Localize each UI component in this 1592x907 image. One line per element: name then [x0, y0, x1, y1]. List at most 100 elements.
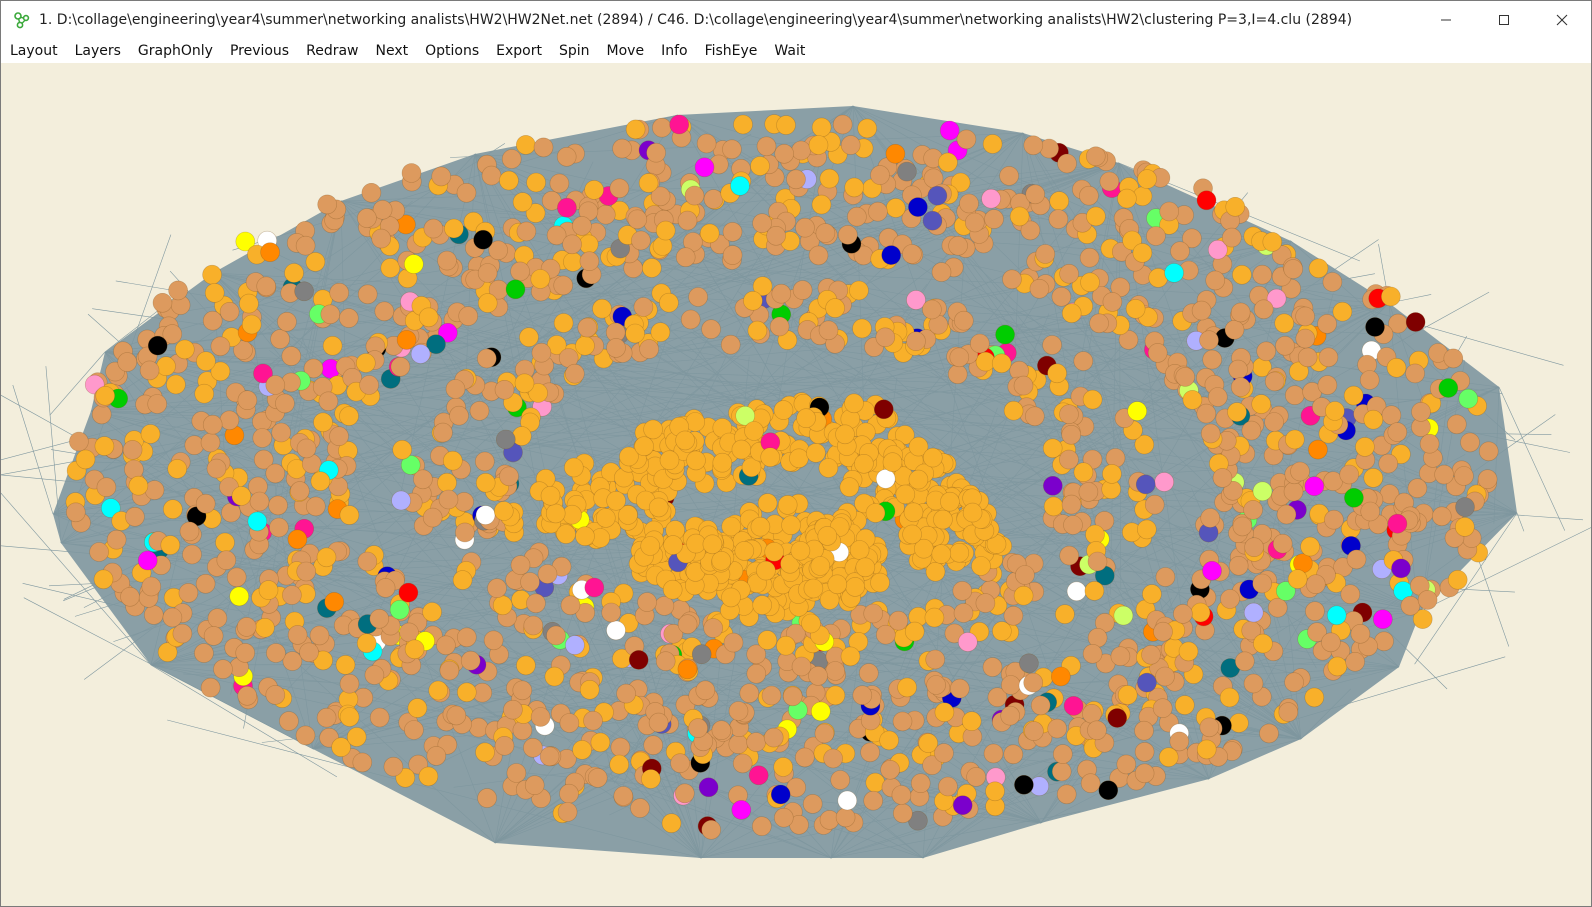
vertex[interactable] [966, 767, 986, 787]
vertex[interactable] [852, 318, 872, 339]
vertex[interactable] [546, 625, 566, 646]
vertex[interactable] [1252, 481, 1273, 502]
menu-options[interactable]: Options [416, 41, 487, 61]
vertex[interactable] [637, 592, 657, 612]
vertex[interactable] [773, 757, 794, 777]
vertex[interactable] [786, 169, 806, 190]
vertex[interactable] [675, 430, 695, 451]
vertex[interactable] [475, 472, 496, 493]
vertex[interactable] [196, 351, 216, 372]
vertex[interactable] [422, 602, 442, 622]
vertex[interactable] [499, 170, 519, 191]
vertex[interactable] [572, 740, 592, 760]
vertex[interactable] [1110, 646, 1131, 667]
vertex[interactable] [295, 235, 316, 256]
vertex[interactable] [931, 262, 952, 282]
network-graph[interactable] [1, 63, 1592, 907]
vertex[interactable] [1387, 422, 1408, 442]
vertex[interactable] [578, 234, 599, 255]
menu-fisheye[interactable]: FishEye [696, 41, 766, 61]
vertex[interactable] [410, 344, 431, 364]
vertex[interactable] [391, 490, 411, 511]
vertex[interactable] [817, 526, 838, 546]
vertex[interactable] [691, 644, 712, 665]
vertex[interactable] [564, 363, 585, 384]
vertex[interactable] [449, 405, 469, 426]
vertex[interactable] [1087, 551, 1108, 572]
vertex[interactable] [499, 466, 519, 487]
vertex[interactable] [1137, 169, 1157, 189]
vertex[interactable] [852, 685, 873, 706]
vertex[interactable] [1043, 496, 1064, 517]
vertex[interactable] [1057, 153, 1077, 174]
vertex[interactable] [1205, 270, 1225, 291]
vertex[interactable] [1059, 264, 1079, 284]
vertex[interactable] [1477, 469, 1498, 490]
vertex[interactable] [510, 261, 530, 282]
vertex[interactable] [533, 137, 554, 158]
vertex[interactable] [731, 800, 752, 820]
vertex[interactable] [731, 439, 752, 460]
vertex[interactable] [512, 192, 533, 212]
vertex[interactable] [1308, 439, 1328, 460]
vertex[interactable] [1086, 146, 1106, 167]
vertex[interactable] [456, 682, 477, 703]
vertex[interactable] [908, 469, 929, 490]
vertex[interactable] [794, 747, 815, 768]
vertex[interactable] [1061, 424, 1081, 445]
vertex[interactable] [1365, 317, 1385, 337]
menu-move[interactable]: Move [598, 41, 653, 61]
vertex[interactable] [299, 642, 319, 663]
vertex[interactable] [858, 663, 879, 683]
vertex[interactable] [1340, 584, 1361, 605]
vertex[interactable] [456, 627, 477, 648]
vertex[interactable] [160, 535, 181, 555]
vertex[interactable] [696, 133, 717, 154]
vertex[interactable] [910, 773, 931, 794]
vertex[interactable] [1256, 341, 1276, 362]
vertex[interactable] [256, 276, 277, 297]
vertex[interactable] [1438, 378, 1459, 398]
vertex[interactable] [66, 502, 86, 523]
vertex[interactable] [523, 737, 543, 758]
vertex[interactable] [904, 621, 925, 642]
close-button[interactable] [1533, 1, 1591, 39]
vertex[interactable] [1113, 605, 1134, 626]
vertex[interactable] [231, 486, 252, 506]
vertex[interactable] [460, 650, 481, 671]
vertex[interactable] [825, 685, 846, 706]
vertex[interactable] [982, 134, 1003, 154]
vertex[interactable] [606, 490, 626, 511]
vertex[interactable] [606, 338, 626, 358]
vertex[interactable] [557, 802, 578, 822]
vertex[interactable] [239, 293, 259, 314]
vertex[interactable] [1381, 286, 1401, 307]
vertex[interactable] [1049, 191, 1069, 211]
vertex[interactable] [95, 385, 115, 406]
vertex[interactable] [235, 643, 255, 663]
vertex[interactable] [803, 578, 824, 599]
vertex[interactable] [744, 421, 764, 441]
vertex[interactable] [219, 410, 240, 431]
vertex[interactable] [475, 505, 496, 525]
vertex[interactable] [579, 251, 600, 271]
vertex[interactable] [1014, 774, 1034, 795]
vertex[interactable] [369, 608, 390, 629]
vertex[interactable] [324, 592, 345, 612]
vertex[interactable] [1042, 438, 1063, 459]
vertex[interactable] [922, 210, 943, 231]
vertex[interactable] [827, 574, 848, 595]
vertex[interactable] [881, 245, 902, 265]
vertex[interactable] [855, 557, 876, 578]
vertex[interactable] [140, 424, 161, 444]
vertex[interactable] [934, 702, 955, 723]
menu-export[interactable]: Export [487, 41, 550, 61]
vertex[interactable] [219, 302, 240, 322]
vertex[interactable] [1304, 687, 1325, 708]
vertex[interactable] [711, 720, 732, 741]
vertex[interactable] [524, 775, 545, 796]
vertex[interactable] [999, 166, 1019, 186]
vertex[interactable] [814, 723, 835, 744]
vertex[interactable] [241, 314, 262, 335]
vertex[interactable] [549, 173, 570, 194]
